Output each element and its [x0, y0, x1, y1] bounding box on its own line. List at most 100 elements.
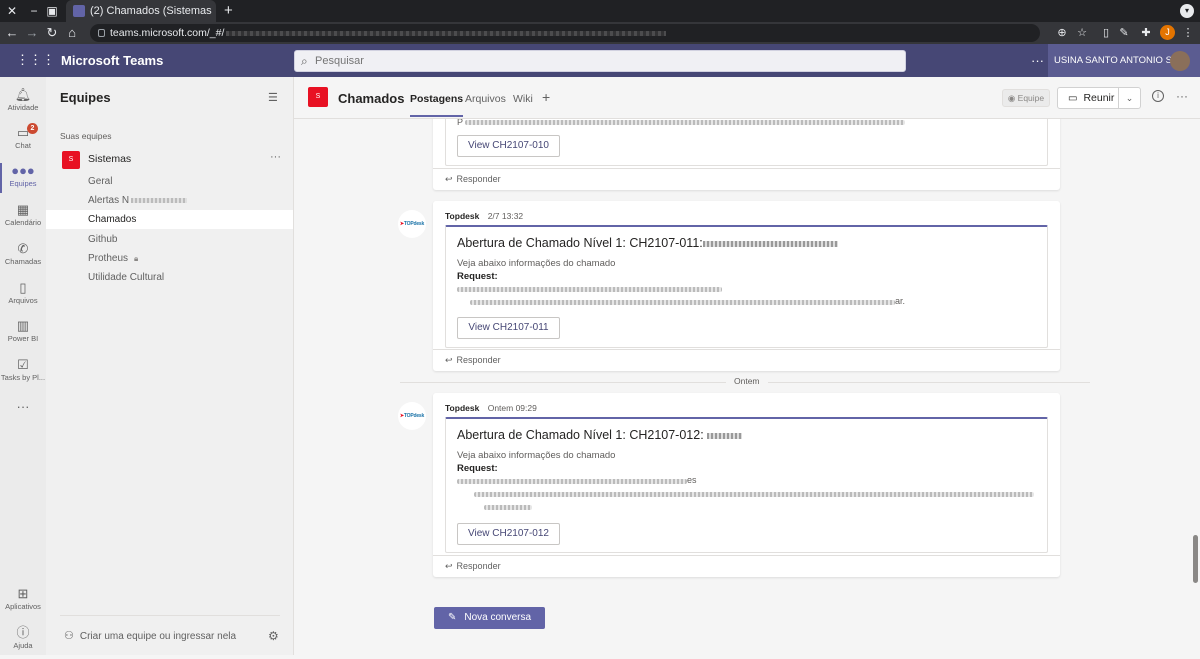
reload-icon[interactable]: ↻ [44, 24, 60, 42]
browser-tab[interactable]: (2) Chamados (Sistemas [66, 0, 216, 22]
teams-icon: ●●● [11, 163, 35, 178]
channel-github[interactable]: Github [46, 230, 293, 249]
post-author: Topdesk [445, 211, 480, 221]
appbar-more[interactable]: ··· [0, 395, 46, 415]
appbar-calendar[interactable]: ▦ Calendário [0, 198, 46, 236]
user-avatar[interactable] [1170, 51, 1190, 71]
address-bar[interactable]: teams.microsoft.com/_#/ [90, 24, 1040, 42]
team-more-icon[interactable]: ··· [270, 151, 281, 163]
forward-icon[interactable]: → [24, 24, 40, 42]
card-body-blurred [470, 300, 895, 305]
appbar-powerbi[interactable]: ▥ Power BI [0, 314, 46, 352]
view-ticket-button[interactable]: View CH2107-012 [457, 523, 560, 545]
gear-icon[interactable]: ⚙ [268, 629, 279, 643]
bot-logo-text: TOPdesk [403, 413, 425, 419]
tab-arquivos[interactable]: Arquivos [465, 93, 506, 105]
new-conversation-button[interactable]: ✎ Nova conversa [434, 607, 545, 629]
search-input[interactable] [315, 51, 895, 71]
view-ticket-button[interactable]: View CH2107-010 [457, 135, 560, 157]
post-time: 2/7 13:32 [487, 211, 524, 221]
home-icon[interactable]: ⌂ [64, 24, 80, 42]
eye-icon: ◉ [1007, 93, 1018, 103]
teams-favicon-icon [73, 5, 85, 17]
reply-link[interactable]: ↩ Responder [433, 349, 1060, 371]
extension-icon[interactable]: ▯ [1098, 24, 1114, 42]
puzzle-icon[interactable]: ✚ [1138, 24, 1154, 42]
card-request-label: Request: [457, 271, 498, 282]
restore-icon[interactable]: ▣ [44, 3, 60, 19]
tab-postagens[interactable]: Postagens [410, 93, 464, 117]
card-body-text: P [457, 119, 464, 127]
browser-toolbar: ← → ↻ ⌂ teams.microsoft.com/_#/ ⊕ ☆ ▯ ✎ … [0, 22, 1200, 44]
card-body-blurred [465, 120, 905, 125]
profile-avatar[interactable]: J [1160, 25, 1175, 40]
appbar-chat[interactable]: ▭ 2 Chat [0, 121, 46, 159]
appbar-teams[interactable]: ●●● Equipes [0, 159, 46, 197]
org-switcher[interactable]: USINA SANTO ANTONIO S/A [1048, 44, 1200, 77]
url-text: teams.microsoft.com/_#/ [110, 27, 225, 39]
browser-more-icon[interactable]: ⋮ [1180, 24, 1196, 42]
header-more-icon[interactable]: ··· [1031, 44, 1044, 77]
app-launcher-icon[interactable]: ⋮⋮⋮ [16, 53, 55, 67]
channel-protheus[interactable]: Protheus 🔒︎ [46, 249, 293, 268]
bookmark-star-icon[interactable]: ☆ [1074, 24, 1090, 42]
back-icon[interactable]: ← [4, 24, 20, 42]
info-icon[interactable]: i [1152, 90, 1164, 102]
channel-alertas[interactable]: Alertas N [46, 191, 293, 210]
conversation-feed: P View CH2107-010 ↩ Responder ➤TOPdesk To… [294, 119, 1200, 655]
card-title-text: Abertura de Chamado Nível 1: CH2107-012: [457, 428, 704, 442]
appbar-label: Tasks by Pl... [0, 373, 46, 382]
card-body-blurred [484, 505, 532, 510]
add-tab-button[interactable]: + [542, 89, 550, 105]
search-icon: ⌕ [301, 54, 308, 68]
close-window-icon[interactable]: ✕ [4, 3, 20, 19]
reply-label: Responder [456, 355, 501, 365]
meet-button[interactable]: ▭ Reunir ⌄ [1057, 87, 1141, 109]
appbar-label: Aplicativos [5, 602, 41, 611]
appbar-apps[interactable]: ⊞ Aplicativos [0, 582, 46, 620]
channel-utilidade-cultural[interactable]: Utilidade Cultural [46, 268, 293, 287]
card-body-blurred [457, 479, 687, 484]
reply-link[interactable]: ↩ Responder [433, 555, 1060, 577]
panel-title: Equipes [60, 90, 111, 105]
team-button-label: Equipe [1017, 93, 1045, 103]
team-button[interactable]: ◉ Equipe [1002, 89, 1050, 107]
search-box[interactable]: ⌕ [294, 50, 906, 72]
section-label: Suas equipes [60, 131, 112, 141]
appbar-label: Ajuda [13, 641, 33, 650]
reply-link[interactable]: ↩ Responder [433, 168, 1060, 190]
reply-label: Responder [456, 561, 501, 571]
create-team-label: Criar uma equipe ou ingressar nela [79, 631, 237, 642]
compose-icon: ✎ [447, 612, 457, 623]
pen-extension-icon[interactable]: ✎ [1116, 24, 1132, 42]
appbar-files[interactable]: ▯ Arquivos [0, 276, 46, 314]
channel-chamados[interactable]: Chamados [46, 210, 293, 229]
tasks-icon: ☑ [17, 357, 29, 372]
new-tab-button[interactable]: + [224, 0, 233, 22]
adaptive-card: P View CH2107-010 [445, 119, 1048, 166]
minimize-icon[interactable]: − [26, 3, 42, 19]
view-ticket-button[interactable]: View CH2107-011 [457, 317, 560, 339]
chat-icon: ▭ [16, 125, 30, 140]
create-team-link[interactable]: ⚇ Criar uma equipe ou ingressar nela [64, 629, 264, 642]
zoom-icon[interactable]: ⊕ [1054, 24, 1070, 42]
appbar-label: Arquivos [8, 296, 38, 305]
appbar-help[interactable]: ⓘ Ajuda [0, 621, 46, 659]
tab-wiki[interactable]: Wiki [513, 93, 533, 105]
adaptive-card: Abertura de Chamado Nível 1: CH2107-011:… [445, 225, 1048, 348]
topdesk-bot-avatar: ➤TOPdesk [398, 210, 426, 238]
team-name[interactable]: Sistemas [88, 153, 131, 165]
browser-tab-title: (2) Chamados (Sistemas [90, 5, 212, 17]
channel-more-icon[interactable]: ··· [1176, 89, 1188, 103]
chevron-down-icon[interactable]: ⌄ [1118, 88, 1140, 108]
appbar-tasks[interactable]: ☑ Tasks by Pl... [0, 353, 46, 391]
appbar-calls[interactable]: ✆ Chamadas [0, 237, 46, 275]
apps-icon: ⊞ [17, 586, 29, 601]
adaptive-card: Abertura de Chamado Nível 1: CH2107-012:… [445, 417, 1048, 553]
card-body-blurred [457, 287, 722, 292]
channel-geral[interactable]: Geral [46, 172, 293, 191]
browser-menu-icon[interactable]: ▾ [1180, 4, 1194, 18]
filter-icon[interactable]: ☰ [268, 91, 278, 104]
appbar-activity[interactable]: 🔔︎ Atividade [0, 83, 46, 121]
feed-scrollbar[interactable] [1193, 535, 1198, 583]
